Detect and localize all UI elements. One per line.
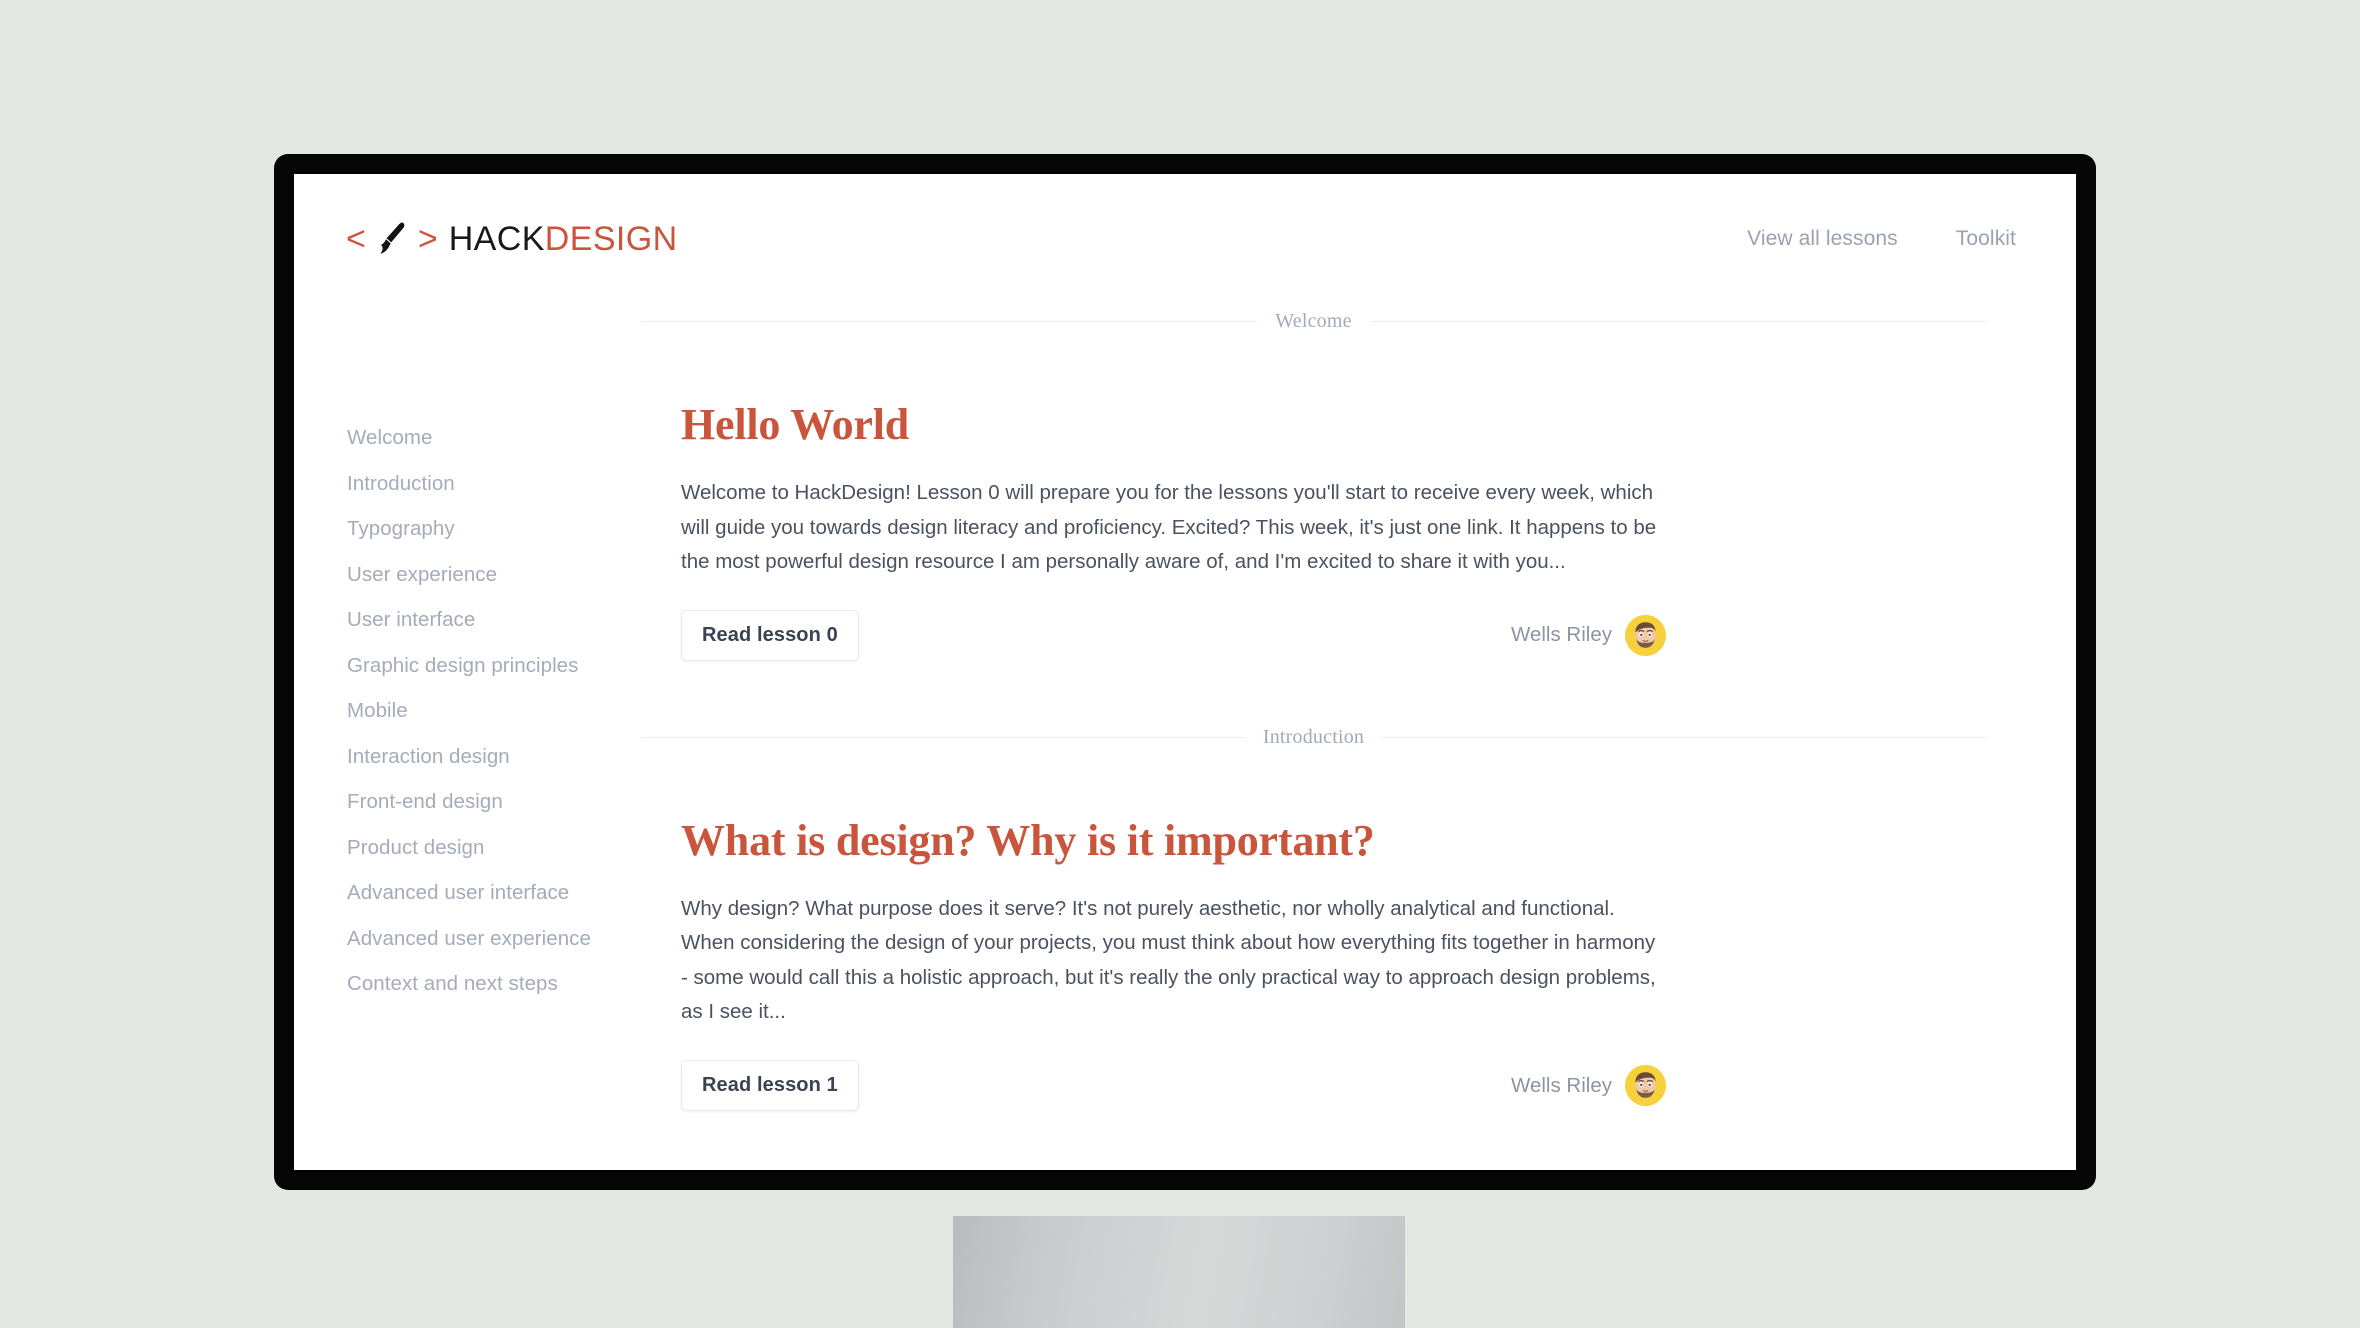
site-header: < > HACKDESIGN View all lessons Toolkit — [294, 174, 2076, 282]
sidebar-item-front-end-design[interactable]: Front-end design — [346, 790, 641, 814]
divider-rule-right — [1382, 736, 1986, 738]
section-divider-introduction: Introduction — [641, 726, 1986, 749]
section-label-welcome: Welcome — [1275, 310, 1352, 332]
nav-view-all-lessons[interactable]: View all lessons — [1747, 227, 1898, 251]
lesson-card: Hello World Welcome to HackDesign! Lesso… — [641, 400, 1986, 661]
lesson-category-sidebar: Welcome Introduction Typography User exp… — [346, 310, 641, 1111]
sidebar-item-product-design[interactable]: Product design — [346, 836, 641, 860]
sidebar-item-user-experience[interactable]: User experience — [346, 563, 641, 587]
read-lesson-button[interactable]: Read lesson 0 — [681, 609, 859, 661]
brand-wordmark: HACKDESIGN — [449, 220, 678, 259]
lesson-card: What is design? Why is it important? Why… — [641, 816, 1986, 1112]
sidebar-item-graphic-design-principles[interactable]: Graphic design principles — [346, 654, 641, 678]
angle-bracket-right-icon: > — [417, 220, 438, 258]
monitor-stand — [953, 1216, 1405, 1328]
lesson-section-welcome: Welcome Hello World Welcome to HackDesig… — [641, 310, 1987, 661]
divider-rule-left — [641, 321, 1258, 322]
lesson-footer: Read lesson 0 Wells Riley — [681, 609, 1666, 661]
page-body: Welcome Introduction Typography User exp… — [294, 282, 2076, 1112]
memoji-avatar — [1625, 1065, 1666, 1107]
lesson-excerpt: Welcome to HackDesign! Lesson 0 will pre… — [681, 481, 1657, 573]
author-name: Wells Riley — [1511, 1073, 1612, 1097]
read-lesson-button[interactable]: Read lesson 1 — [681, 1060, 859, 1112]
lesson-author: Wells Riley — [1511, 614, 1666, 656]
lesson-title[interactable]: Hello World — [681, 400, 1986, 449]
brand-wordmark-design: DESIGN — [544, 219, 678, 258]
sidebar-item-context-and-next-steps[interactable]: Context and next steps — [346, 972, 641, 996]
divider-rule-left — [641, 736, 1245, 738]
sidebar-item-typography[interactable]: Typography — [346, 517, 641, 541]
angle-bracket-left-icon: < — [346, 220, 366, 258]
sidebar-item-user-interface[interactable]: User interface — [346, 608, 641, 632]
paintbrush-icon — [380, 222, 405, 254]
brand-logo[interactable]: < > HACKDESIGN — [346, 220, 678, 259]
sidebar-item-welcome[interactable]: Welcome — [346, 426, 641, 450]
sidebar-item-interaction-design[interactable]: Interaction design — [346, 745, 641, 769]
screen: < > HACKDESIGN View all lessons Toolkit … — [294, 174, 2076, 1170]
lesson-author: Wells Riley — [1511, 1065, 1666, 1107]
section-divider-welcome: Welcome — [641, 310, 1987, 333]
lesson-excerpt: Why design? What purpose does it serve? … — [681, 897, 1656, 1023]
sidebar-item-advanced-user-experience[interactable]: Advanced user experience — [346, 927, 641, 951]
memoji-avatar — [1625, 614, 1666, 656]
sidebar-item-mobile[interactable]: Mobile — [346, 699, 641, 723]
divider-rule-right — [1369, 321, 1987, 322]
author-name: Wells Riley — [1511, 623, 1612, 647]
lesson-list: Welcome Hello World Welcome to HackDesig… — [641, 310, 2024, 1112]
lesson-title[interactable]: What is design? Why is it important? — [681, 816, 1986, 865]
sidebar-item-advanced-user-interface[interactable]: Advanced user interface — [346, 881, 641, 905]
main-nav: View all lessons Toolkit — [1747, 227, 2024, 251]
lesson-footer: Read lesson 1 Wells Riley — [681, 1060, 1666, 1112]
sidebar-item-introduction[interactable]: Introduction — [346, 472, 641, 496]
lesson-section-introduction: Introduction What is design? Why is it i… — [641, 726, 1986, 1112]
nav-toolkit[interactable]: Toolkit — [1956, 227, 2016, 251]
monitor-bezel: < > HACKDESIGN View all lessons Toolkit … — [274, 154, 2096, 1190]
section-label-introduction: Introduction — [1262, 725, 1365, 748]
brand-wordmark-hack: HACK — [448, 219, 545, 258]
